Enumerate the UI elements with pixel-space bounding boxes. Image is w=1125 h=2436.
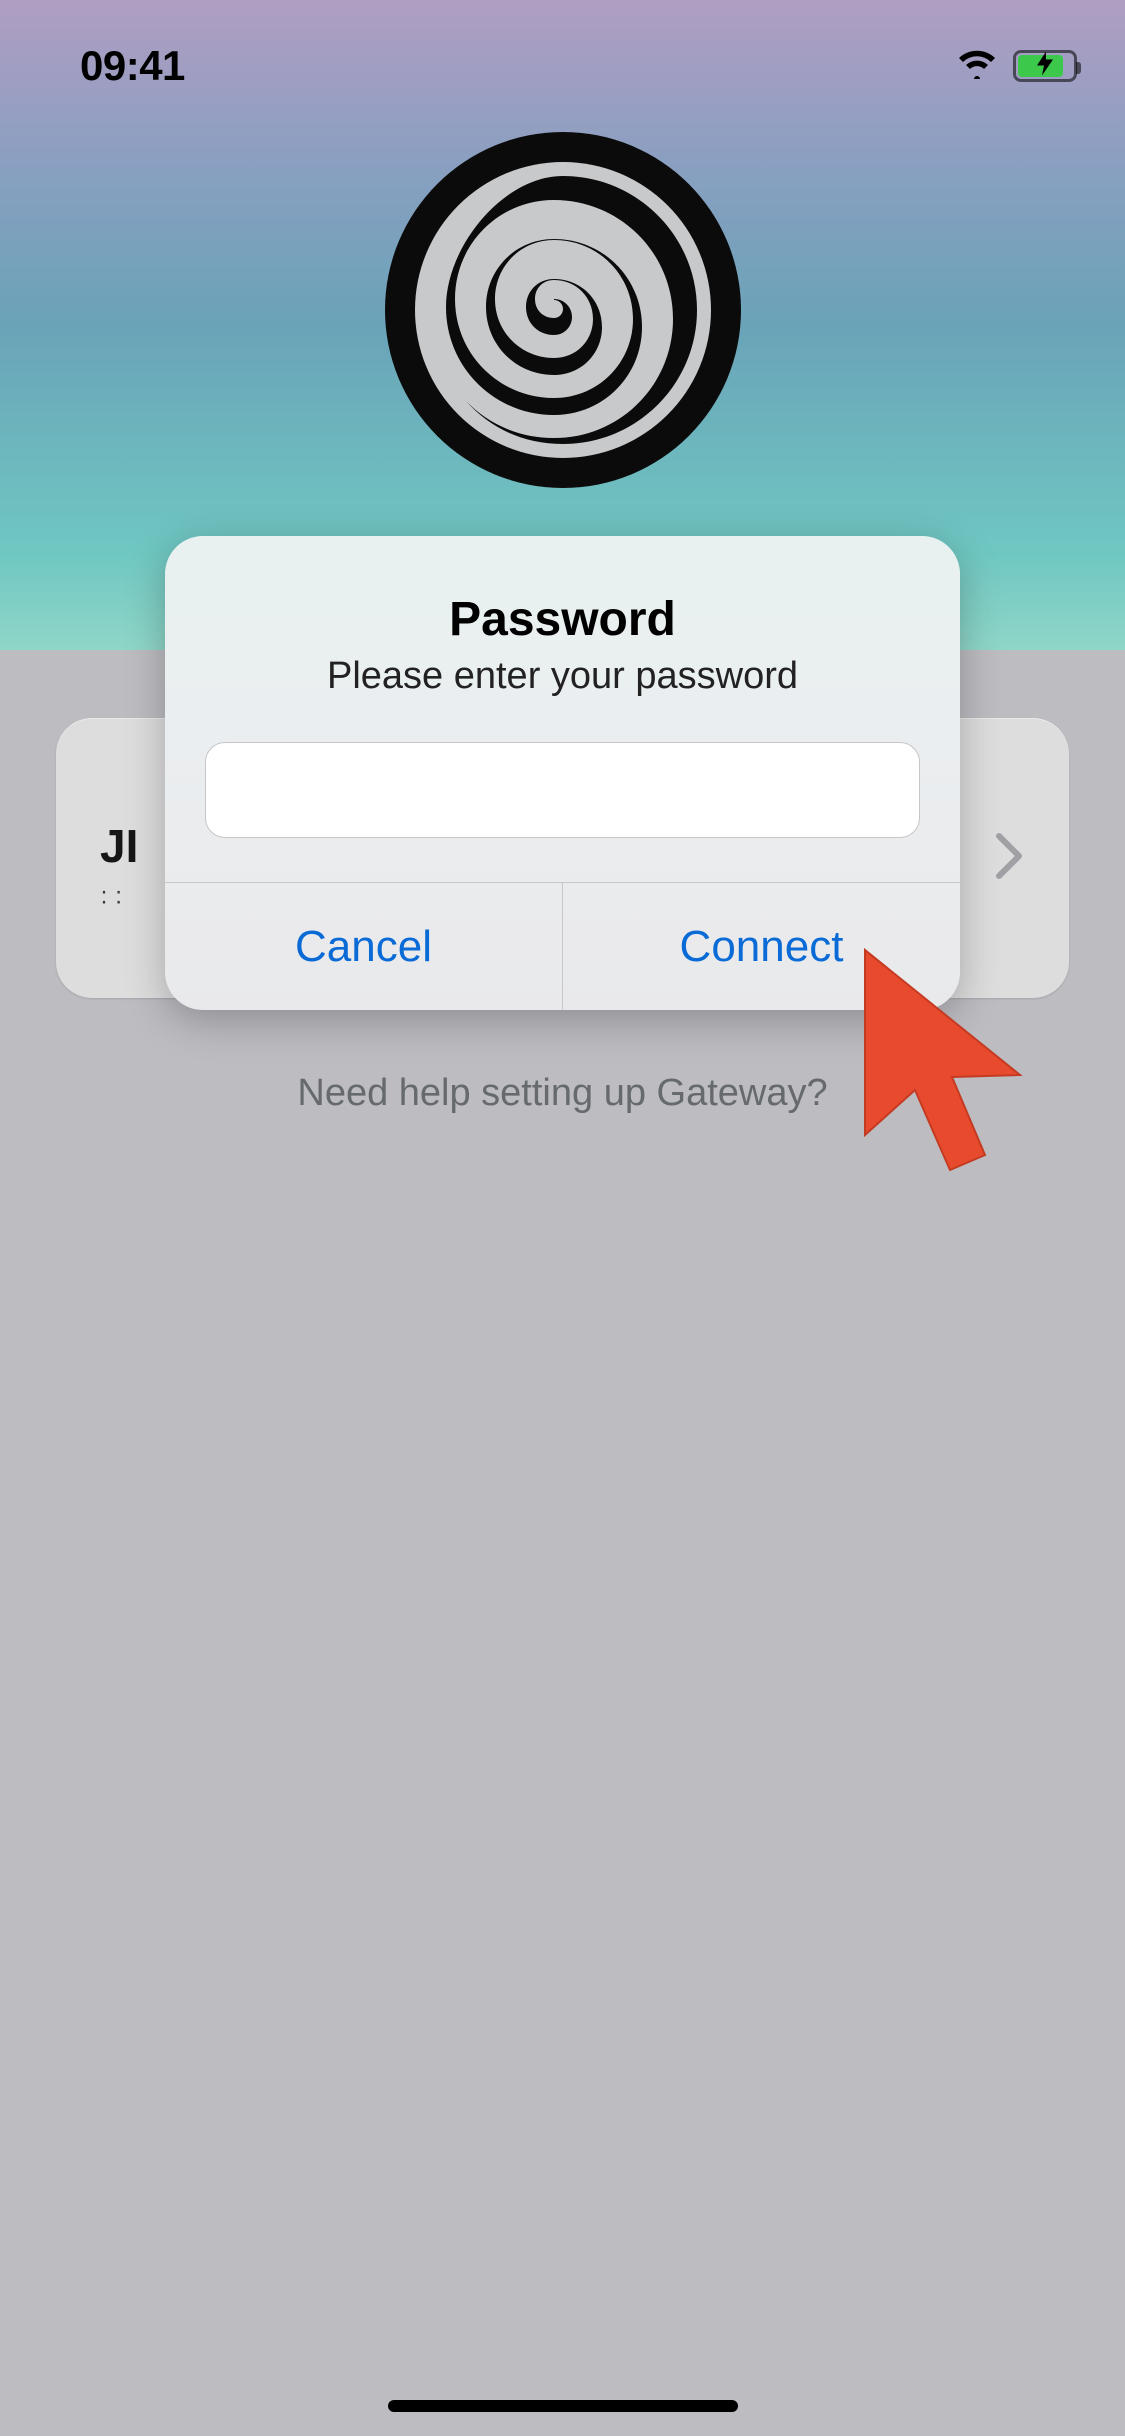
home-indicator[interactable] xyxy=(388,2400,738,2412)
charging-bolt-icon xyxy=(1037,52,1053,81)
screen: 09:41 JI xyxy=(0,0,1125,2436)
gateway-card-left: JI · ·· · xyxy=(100,819,138,897)
help-link[interactable]: Need help setting up Gateway? xyxy=(0,1072,1125,1115)
modal-body xyxy=(165,706,960,882)
connect-button[interactable]: Connect xyxy=(562,883,960,1010)
password-modal: Password Please enter your password Canc… xyxy=(165,536,960,1010)
wifi-icon xyxy=(957,49,997,84)
status-time: 09:41 xyxy=(80,42,185,90)
app-logo-spiral-icon xyxy=(383,130,743,490)
status-bar: 09:41 xyxy=(0,36,1125,96)
status-right xyxy=(957,49,1077,84)
gateway-card-subline: · ·· · xyxy=(100,887,138,897)
gateway-card-title-fragment: JI xyxy=(100,819,138,873)
password-input[interactable] xyxy=(205,742,920,838)
cancel-button[interactable]: Cancel xyxy=(165,883,562,1010)
modal-button-row: Cancel Connect xyxy=(165,882,960,1010)
chevron-right-icon xyxy=(993,832,1025,885)
modal-subtitle: Please enter your password xyxy=(205,655,920,698)
battery-icon xyxy=(1013,50,1077,82)
modal-header: Password Please enter your password xyxy=(165,536,960,706)
modal-title: Password xyxy=(205,592,920,647)
